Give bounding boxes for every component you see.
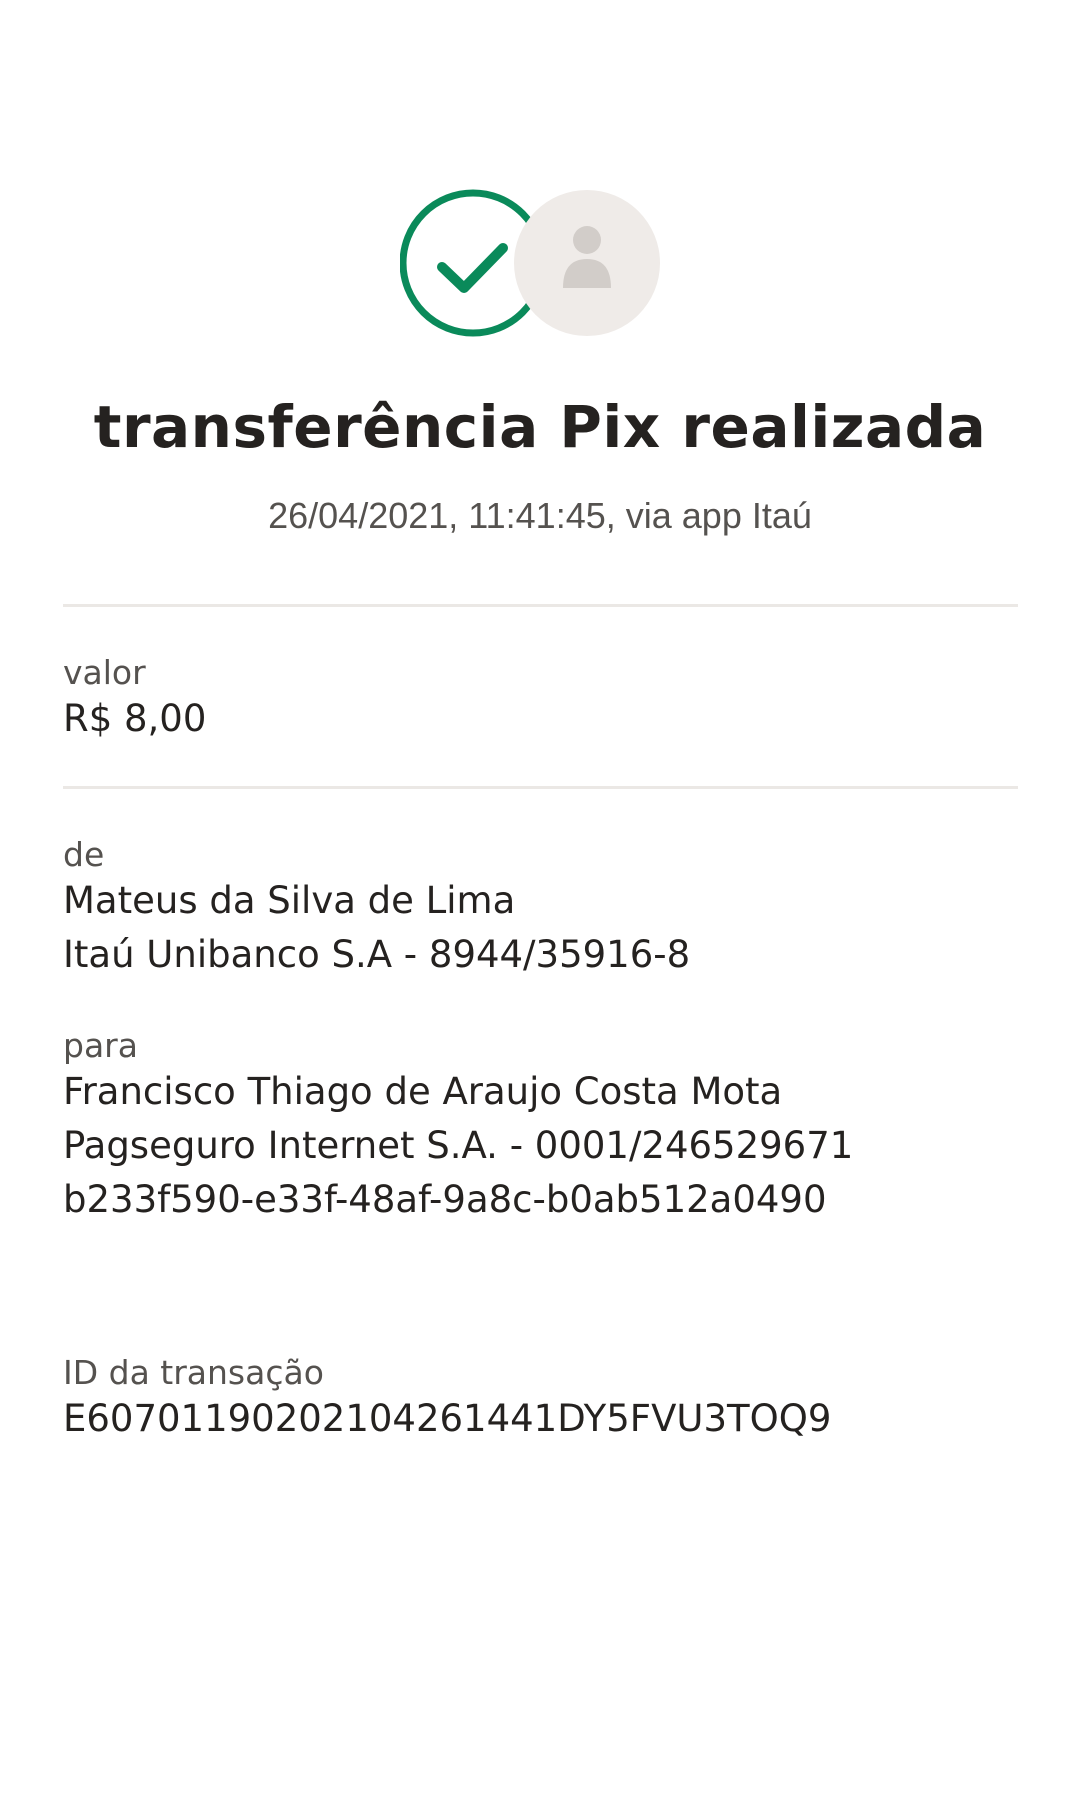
sender-account: Itaú Unibanco S.A - 8944/35916-8 [63,933,691,976]
person-avatar-icon [514,190,660,336]
transfer-datetime: 26/04/2021, 11:41:45, via app Itaú [268,495,812,536]
page-title: transferência Pix realizada [93,393,987,461]
recipient-name: Francisco Thiago de Araujo Costa Mota [63,1070,783,1113]
status-icons [400,188,662,338]
recipient-label: para [63,1026,138,1065]
amount-value: R$ 8,00 [63,697,207,740]
transaction-id-value: E60701190202104261441DY5FVU3TOQ9 [63,1397,832,1440]
sender-name: Mateus da Silva de Lima [63,879,516,922]
transaction-id-label: ID da transação [63,1353,324,1392]
recipient-pix-key: b233f590-e33f-48af-9a8c-b0ab512a0490 [63,1178,827,1221]
divider [63,604,1018,607]
divider [63,786,1018,789]
amount-label: valor [63,653,146,692]
recipient-account: Pagseguro Internet S.A. - 0001/246529671 [63,1124,854,1167]
sender-label: de [63,835,105,874]
